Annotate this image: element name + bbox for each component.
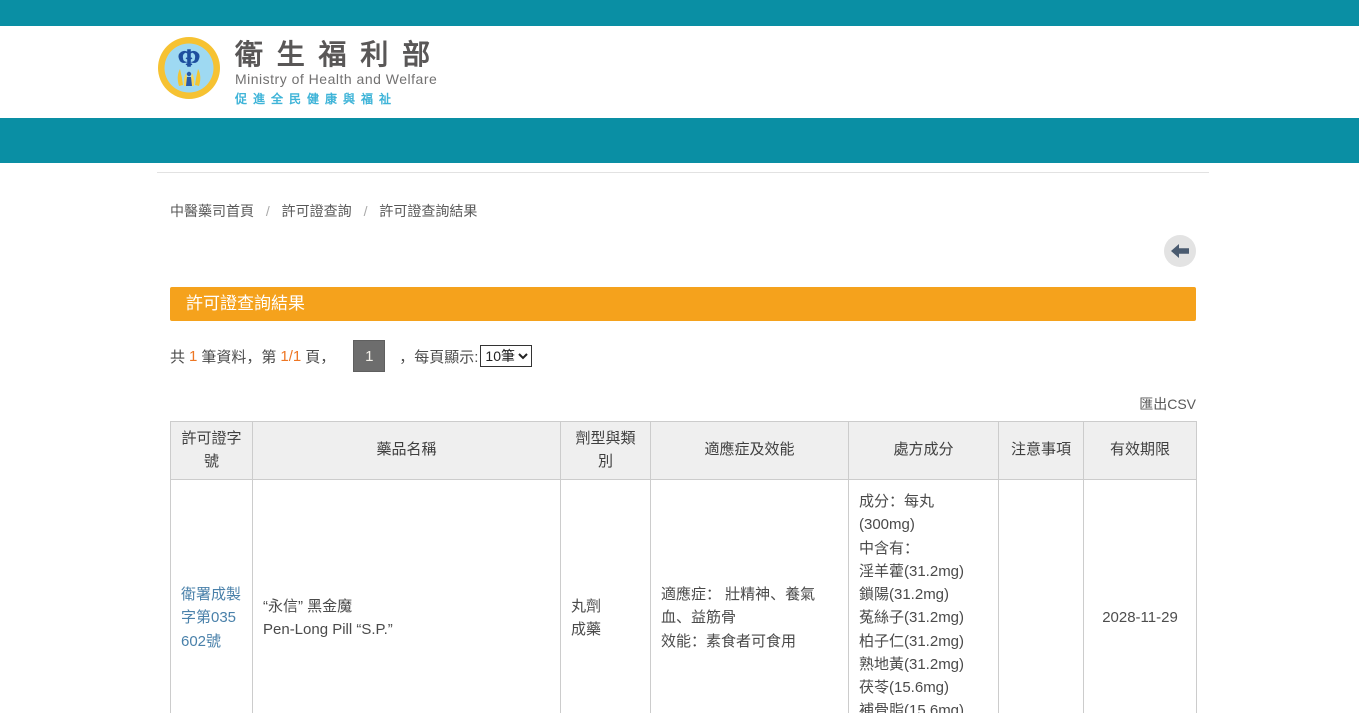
dosage-form: 丸劑 <box>571 595 640 618</box>
content-area: 中醫藥司首頁 / 許可證查詢 / 許可證查詢結果 許可證查詢結果 共 1 筆資料… <box>157 172 1209 713</box>
back-button[interactable] <box>1164 235 1196 267</box>
table-row: 衛署成製字第035602號 “永信” 黑金魔 Pen-Long Pill “S.… <box>171 480 1197 713</box>
site-title: 衛 生 福 利 部 <box>235 40 437 69</box>
ingredient-line: 補骨脂(15.6mg) <box>859 699 988 713</box>
page-suffix: 頁， <box>305 346 335 367</box>
arrow-left-icon <box>1171 244 1189 258</box>
breadcrumb-home[interactable]: 中醫藥司首頁 <box>170 203 254 219</box>
ingredient-line: 熟地黃(31.2mg) <box>859 653 988 676</box>
header-license-no: 許可證字號 <box>171 422 253 480</box>
cell-notes <box>999 480 1084 713</box>
site-tagline: 促進全民健康與福祉 <box>235 90 437 107</box>
ingredient-line: 鎖陽(31.2mg) <box>859 583 988 606</box>
page-number-button[interactable]: 1 <box>353 340 385 372</box>
mohw-logo-icon <box>157 36 221 100</box>
header-expiry: 有效期限 <box>1084 422 1197 480</box>
ingredient-line: 柏子仁(31.2mg) <box>859 630 988 653</box>
total-prefix: 共 <box>170 346 185 367</box>
breadcrumb-separator: / <box>364 203 368 219</box>
license-number-link[interactable]: 衛署成製字第035602號 <box>181 586 241 650</box>
section-title-bar: 許可證查詢結果 <box>170 287 1196 321</box>
export-csv-link[interactable]: 匯出CSV <box>1139 396 1196 412</box>
total-suffix: 筆資料，第 <box>201 346 276 367</box>
ingredient-line: 中含有： <box>859 537 988 560</box>
ingredient-line: 茯苓(15.6mg) <box>859 676 988 699</box>
total-count: 1 <box>189 348 197 365</box>
cell-drug-name: “永信” 黑金魔 Pen-Long Pill “S.P.” <box>253 480 561 713</box>
top-teal-strip <box>0 0 1359 26</box>
site-header: 衛 生 福 利 部 Ministry of Health and Welfare… <box>0 26 1359 118</box>
results-table: 許可證字號 藥品名稱 劑型與類別 適應症及效能 處方成分 注意事項 有效期限 衛… <box>170 421 1197 713</box>
header-ingredients: 處方成分 <box>849 422 999 480</box>
header-drug-name: 藥品名稱 <box>253 422 561 480</box>
breadcrumb: 中醫藥司首頁 / 許可證查詢 / 許可證查詢結果 <box>170 201 1196 221</box>
cell-license-no: 衛署成製字第035602號 <box>171 480 253 713</box>
table-header-row: 許可證字號 藥品名稱 劑型與類別 適應症及效能 處方成分 注意事項 有效期限 <box>171 422 1197 480</box>
breadcrumb-separator: / <box>266 203 270 219</box>
cell-expiry-date: 2028-11-29 <box>1084 480 1197 713</box>
breadcrumb-license-query[interactable]: 許可證查詢 <box>282 203 352 219</box>
header-dosage-form: 劑型與類別 <box>561 422 651 480</box>
cell-dosage-form: 丸劑 成藥 <box>561 480 651 713</box>
ingredient-line: 菟絲子(31.2mg) <box>859 606 988 629</box>
drug-category: 成藥 <box>571 618 640 641</box>
per-page-label: ，每頁顯示: <box>399 346 478 367</box>
drug-name-en: Pen-Long Pill “S.P.” <box>263 618 550 641</box>
per-page-select[interactable]: 10筆 <box>480 345 532 367</box>
header-indication: 適應症及效能 <box>651 422 849 480</box>
cell-ingredients: 成分：每丸(300mg) 中含有： 淫羊藿(31.2mg) 鎖陽(31.2mg)… <box>849 480 999 713</box>
indication-text: 適應症： 壯精神、養氣血、益筋骨 <box>661 586 815 626</box>
breadcrumb-current: 許可證查詢結果 <box>379 203 477 219</box>
ingredient-line: 成分：每丸(300mg) <box>859 490 988 537</box>
page-indicator: 1/1 <box>280 348 301 365</box>
drug-name-zh: “永信” 黑金魔 <box>263 595 550 618</box>
cell-indication: 適應症： 壯精神、養氣血、益筋骨 效能：素食者可食用 <box>651 480 849 713</box>
main-nav-bar[interactable] <box>0 118 1359 163</box>
ingredient-line: 淫羊藿(31.2mg) <box>859 560 988 583</box>
efficacy-text: 效能：素食者可食用 <box>661 630 838 653</box>
header-notes: 注意事項 <box>999 422 1084 480</box>
site-subtitle: Ministry of Health and Welfare <box>235 71 437 87</box>
pagination-bar: 共 1 筆資料，第 1/1 頁， 1 ，每頁顯示: 10筆 <box>170 340 1196 372</box>
